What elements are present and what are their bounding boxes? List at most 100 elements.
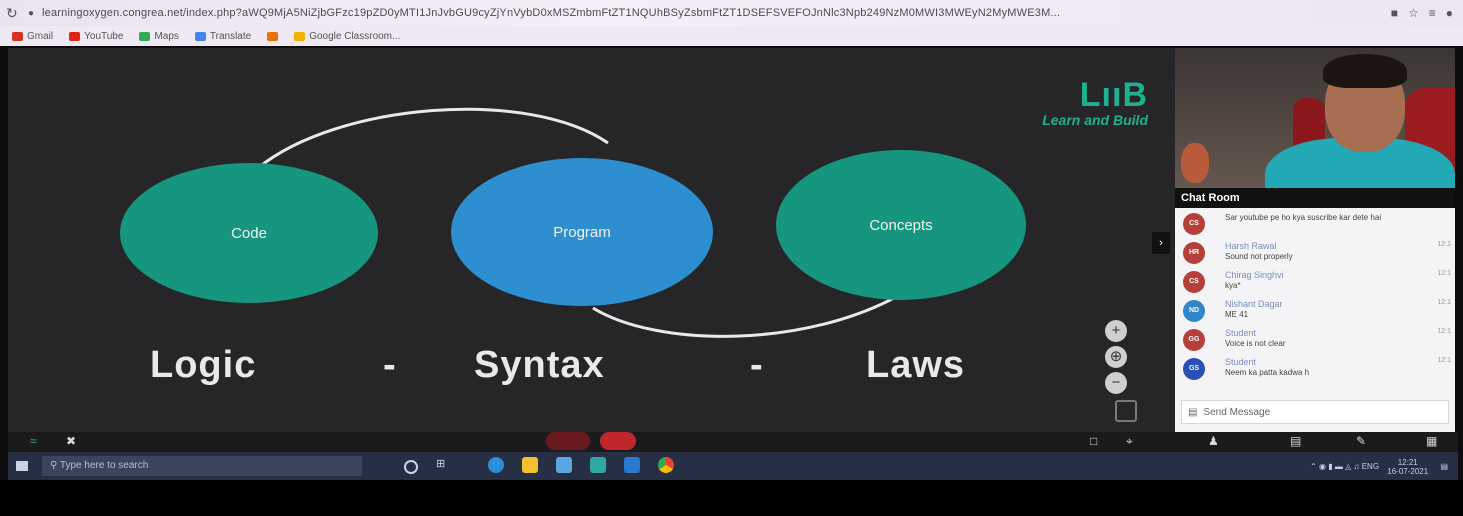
chat-icon[interactable]: ▤ [1290,434,1301,448]
camera-button[interactable] [600,432,636,450]
sender-name: Student [1225,328,1257,338]
code-label: Code [231,224,267,242]
extensions-icon[interactable]: ≡ [1429,6,1436,20]
concepts-circle: Concepts [776,150,1026,300]
message-text: ME 41 [1225,310,1249,319]
message-time: 12:1 [1437,328,1451,335]
word-logic: Logic [150,344,257,386]
avatar: CS [1183,271,1205,293]
edge-icon[interactable] [488,457,504,473]
chat-room-title: Chat Room [1175,188,1455,208]
tools-icon[interactable]: ✖ [66,434,76,448]
profile-icon[interactable]: ● [1446,6,1453,20]
sender-name: Chirag Singhvi [1225,270,1284,280]
bookmark-translate[interactable]: Translate [194,31,251,42]
chrome-icon[interactable] [658,457,674,473]
clock-date: 16-07-2021 [1387,467,1429,476]
bookmark-app-icon [267,31,279,41]
chat-message: ND Nishant Dagar ME 41 12:1 [1175,297,1455,326]
logo-mark: LııB [1079,76,1148,114]
sender-name: Harsh Rawal [1225,241,1277,251]
meeting-toolbar: ≈ ✖ □ ⌖ ♟ ▤ ✎ ▦ [8,432,1458,452]
bookmark-label: YouTube [84,30,124,42]
chat-message: GG Student Voice is not clear 12:1 [1175,326,1455,355]
sender-name: Nishant Dagar [1225,299,1283,309]
cortana-icon[interactable] [404,460,418,474]
mail-icon[interactable] [624,457,640,473]
avatar: ND [1183,300,1205,322]
maps-icon [139,31,151,41]
language-indicator[interactable]: ENG [1362,462,1379,471]
tray-icons[interactable]: ⌃ ◉ ▮ ▬ ◬ ♫ [1310,462,1359,471]
bookmark-label: Gmail [27,30,54,42]
code-circle: Code [120,163,378,303]
word-dash: - [383,344,397,386]
bookmark-gmail[interactable]: Gmail [12,31,53,42]
expand-icon[interactable]: ⌖ [1126,434,1133,449]
word-dash: - [750,344,764,386]
reload-icon[interactable]: ↻ [6,5,28,22]
collapse-panel-button[interactable]: › [1152,232,1170,254]
settings-icon[interactable]: ▦ [1426,434,1437,448]
camera-icon[interactable]: ■ [1391,6,1398,20]
program-circle: Program [451,158,713,306]
bookmark-maps[interactable]: Maps [139,30,179,42]
taskbar-search-input[interactable]: ⚲ Type here to search [42,456,362,476]
chat-message: CS Sar youtube pe ho kya suscribe kar de… [1175,210,1455,239]
chat-message-list: CS Sar youtube pe ho kya suscribe kar de… [1175,210,1455,384]
send-message-placeholder: Send Message [1203,406,1271,418]
send-message-field[interactable]: ▤ Send Message [1181,400,1449,424]
file-explorer-icon[interactable] [522,457,538,473]
store-icon[interactable] [556,457,572,473]
teacher-video [1175,48,1455,206]
fullscreen-icon[interactable] [1115,400,1137,422]
mic-button[interactable] [546,432,590,450]
message-text: Sound not properly [1225,252,1293,261]
bookmark-youtube[interactable]: YouTube [69,31,123,42]
bookmark-orange[interactable] [267,31,279,41]
monitor-bezel [0,480,1463,516]
windows-taskbar: ⚲ Type here to search ⊞ ⌃ ◉ ▮ ▬ ◬ ♫ ENG … [8,452,1458,480]
concepts-label: Concepts [869,216,933,234]
app-l-icon[interactable] [590,457,606,473]
message-time: 12:1 [1437,299,1451,306]
bookmark-classroom[interactable]: Google Classroom... [294,31,400,42]
translate-icon [194,31,206,41]
wifi-icon: ≈ [30,434,37,448]
users-icon[interactable]: ♟ [1208,434,1219,448]
bookmark-label: Maps [154,30,179,42]
chat-message: CS Chirag Singhvi kya* 12:1 [1175,268,1455,297]
zoom-out-button[interactable]: − [1105,372,1127,394]
message-text: Voice is not clear [1225,339,1286,348]
program-label: Program [553,223,611,241]
avatar: GS [1183,358,1205,380]
clock-time: 12:21 [1397,458,1418,467]
fit-page-button[interactable]: ⊕ [1105,346,1127,368]
task-view-icon[interactable]: ⊞ [436,457,452,473]
message-time: 12:1 [1437,241,1451,248]
notification-icon[interactable]: ▤ [1440,462,1448,471]
zoom-in-button[interactable]: + [1105,320,1127,342]
avatar: CS [1183,213,1205,235]
message-text: kya* [1225,281,1241,290]
avatar: HR [1183,242,1205,264]
chat-message: HR Harsh Rawal Sound not properly 12:1 [1175,239,1455,268]
lib-logo: LııB Learn and Build [1018,78,1148,128]
url-text[interactable]: learningoxygen.congrea.net/index.php?aWQ… [42,7,1381,19]
presenter-hair [1323,54,1407,88]
bookmarks-bar: Gmail YouTube Maps Translate Google Clas… [0,26,1463,46]
notes-icon[interactable]: ✎ [1356,434,1366,448]
classroom-icon [294,31,306,41]
clock[interactable]: 12:21 16-07-2021 [1387,458,1428,476]
message-text: Sar youtube pe ho kya suscribe kar dete … [1225,213,1382,222]
windows-start-icon[interactable] [16,461,28,471]
message-time: 12:1 [1437,357,1451,364]
sender-name: Student [1225,357,1257,367]
star-icon[interactable]: ☆ [1408,6,1419,20]
background-figure [1181,143,1209,183]
lock-icon: ● [28,7,35,19]
search-icon: ⚲ [50,460,60,471]
chat-message: GS Student Neem ka patta kadwa h 12:1 [1175,355,1455,384]
message-icon: ▤ [1188,406,1198,418]
screen-icon[interactable]: □ [1090,434,1097,448]
